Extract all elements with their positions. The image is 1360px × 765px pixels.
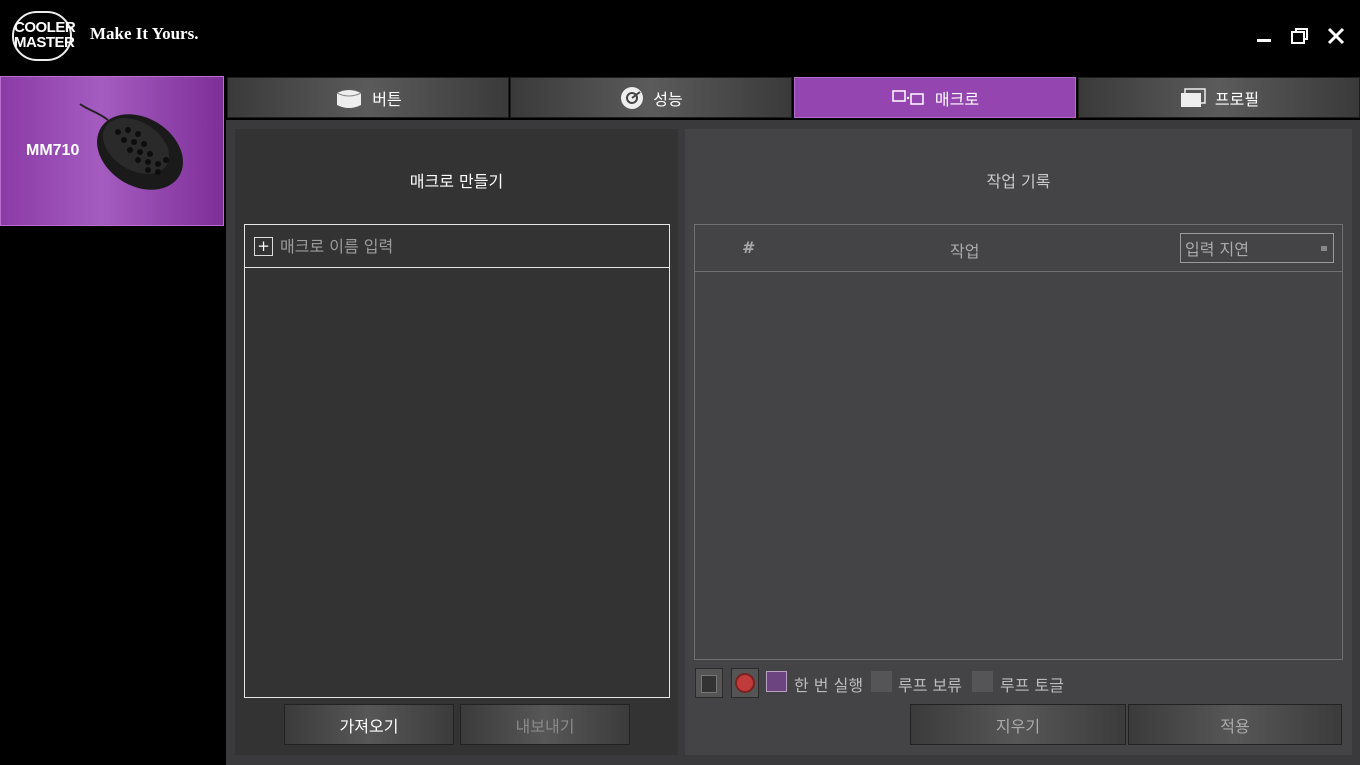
- tab-macro[interactable]: 매크로: [794, 77, 1076, 118]
- tab-performance[interactable]: 성능: [510, 77, 792, 118]
- close-icon: [1327, 27, 1345, 45]
- close-button[interactable]: [1324, 24, 1348, 48]
- tab-label: 매크로: [934, 89, 980, 109]
- macro-icon: [892, 89, 924, 105]
- logo-line-2: MASTER: [14, 34, 75, 51]
- app-header: [0, 0, 1360, 76]
- maximize-button[interactable]: [1288, 24, 1312, 48]
- column-header-number: #: [742, 238, 754, 257]
- loop-hold-checkbox[interactable]: [871, 671, 892, 692]
- stop-icon: [701, 675, 717, 693]
- macro-create-title: 매크로 만들기: [409, 172, 504, 191]
- export-button[interactable]: 내보내기: [460, 704, 630, 745]
- action-record-table[interactable]: [694, 224, 1343, 660]
- action-record-title: 작업 기록: [986, 172, 1051, 191]
- input-delay-value: 입력 지연: [1185, 240, 1249, 259]
- mouse-image: [79, 103, 183, 190]
- performance-icon: [621, 86, 644, 109]
- tab-label: 버튼: [372, 89, 402, 109]
- run-once-label: 한 번 실행: [794, 676, 864, 695]
- tab-buttons[interactable]: 버튼: [227, 77, 509, 118]
- loop-toggle-label: 루프 토글: [1000, 676, 1064, 695]
- record-button[interactable]: [731, 668, 759, 698]
- column-header-action: 작업: [950, 242, 980, 261]
- cooler-master-logo: COOLER MASTER: [12, 11, 76, 61]
- logo-line-1: COOLER: [14, 19, 76, 36]
- stop-record-button[interactable]: [695, 668, 723, 698]
- add-macro-button[interactable]: +: [254, 237, 273, 256]
- input-delay-select[interactable]: 입력 지연: [1180, 233, 1334, 263]
- tagline: Make It Yours.: [90, 24, 199, 43]
- clear-button[interactable]: 지우기: [910, 704, 1126, 745]
- import-button[interactable]: 가져오기: [284, 704, 454, 745]
- profile-icon: [1180, 87, 1206, 107]
- apply-button[interactable]: 적용: [1128, 704, 1342, 745]
- device-name: MM710: [26, 142, 80, 159]
- tab-profile[interactable]: 프로필: [1078, 77, 1360, 118]
- minimize-icon: [1257, 39, 1271, 42]
- button-icon: [337, 89, 362, 108]
- macro-name-input[interactable]: [280, 234, 660, 258]
- maximize-icon: [1291, 28, 1308, 44]
- run-once-checkbox[interactable]: [766, 671, 787, 692]
- macro-list[interactable]: [244, 224, 670, 698]
- loop-toggle-checkbox[interactable]: [972, 671, 993, 692]
- tab-label: 프로필: [1214, 89, 1260, 109]
- record-icon: [737, 675, 753, 691]
- minimize-button[interactable]: [1252, 24, 1276, 48]
- loop-hold-label: 루프 보류: [898, 676, 962, 695]
- dropdown-icon: [1321, 246, 1327, 251]
- tab-label: 성능: [653, 89, 683, 109]
